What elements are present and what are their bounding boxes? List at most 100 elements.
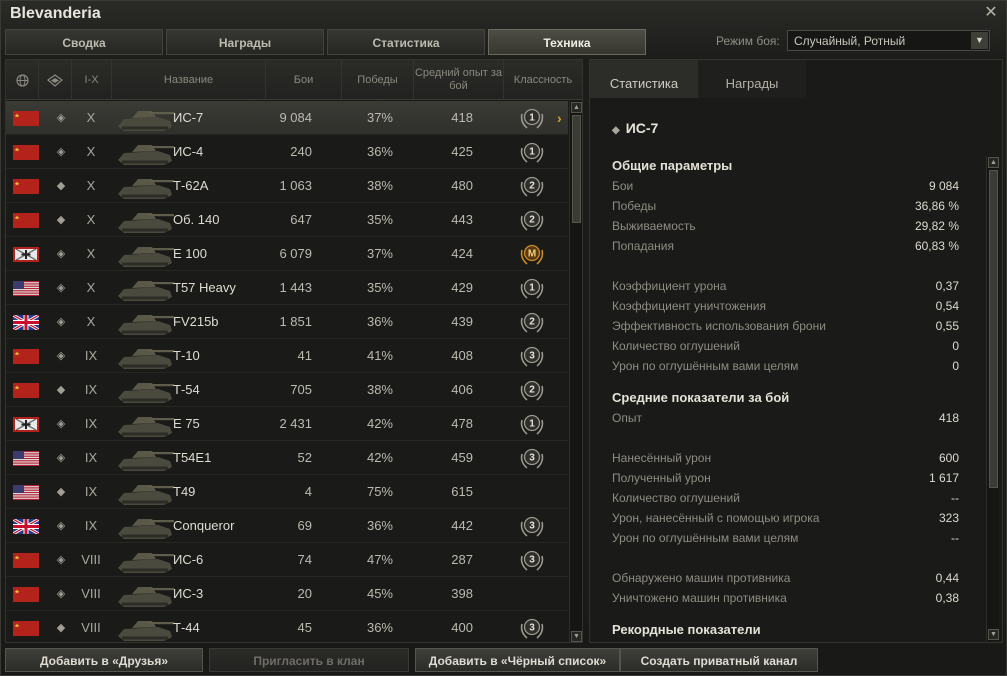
vehicle-name-cell: FV215b <box>173 314 219 329</box>
type-filter-header[interactable] <box>39 60 72 100</box>
stats-section-header: Общие параметры <box>612 158 733 173</box>
table-row[interactable]: ◈ VIII ИС-6 74 47% 287 3 <box>6 543 568 577</box>
table-row[interactable]: ◈ IX T54E1 52 42% 459 3 <box>6 441 568 475</box>
scroll-thumb[interactable] <box>989 170 998 488</box>
table-row[interactable]: ◈ X FV215b 1 851 36% 439 2 <box>6 305 568 339</box>
vehicle-name-cell: T54E1 <box>173 450 212 465</box>
heavy-tank-icon: ◈ <box>56 418 66 430</box>
tier-header[interactable]: I-X <box>72 60 112 100</box>
tier-cell: X <box>86 144 96 159</box>
stat-value: 0 <box>952 359 959 373</box>
scroll-up-icon[interactable]: ▲ <box>988 157 999 168</box>
stat-row: Коэффициент урона 0,37 <box>612 276 959 296</box>
stat-row: Эффективность использования брони 0,55 <box>612 316 959 336</box>
avg-xp-cell: 400 <box>451 620 473 635</box>
svg-text:3: 3 <box>529 555 535 566</box>
scroll-down-icon[interactable]: ▼ <box>988 629 999 640</box>
chevron-down-icon[interactable]: ▼ <box>971 32 988 49</box>
mastery-header[interactable]: Классность <box>504 60 582 100</box>
wins-cell: 41% <box>366 348 393 363</box>
battles-cell: 1 063 <box>279 178 312 193</box>
table-row[interactable]: ◆ VIII Т-44 45 36% 400 3 <box>6 611 568 642</box>
tab-statistics[interactable]: Статистика <box>327 29 485 55</box>
stat-label: Урон по оглушённым вами целям <box>612 359 799 373</box>
avg-xp-cell: 429 <box>451 280 473 295</box>
stat-row: Урон, нанесённый с помощью игрока 323 <box>612 508 959 528</box>
table-row[interactable]: ◈ IX Conqueror 69 36% 442 3 <box>6 509 568 543</box>
table-row[interactable]: ◈ X E 100 6 079 37% 424 M <box>6 237 568 271</box>
stats-section-header: Средние показатели за бой <box>612 390 790 405</box>
avg-xp-cell: 439 <box>451 314 473 329</box>
chevron-right-icon: › <box>557 110 562 126</box>
battle-mode-value: Случайный, Ротный <box>794 34 906 48</box>
avg-xp-cell: 480 <box>451 178 473 193</box>
table-row[interactable]: ◆ IX T49 4 75% 615 <box>6 475 568 509</box>
tier-cell: VIII <box>81 620 101 635</box>
scroll-thumb[interactable] <box>572 115 581 223</box>
vehicle-name-cell: ИС-7 <box>173 110 204 125</box>
vehicle-name-cell: E 75 <box>173 416 200 431</box>
scroll-up-icon[interactable]: ▲ <box>571 102 582 113</box>
table-row[interactable]: ◆ IX Т-54 705 38% 406 2 <box>6 373 568 407</box>
battles-cell: 6 079 <box>279 246 312 261</box>
add-blacklist-button[interactable]: Добавить в «Чёрный список» <box>415 648 620 672</box>
stat-row: Выживаемость 29,82 % <box>612 216 959 236</box>
tab-detail-statistics[interactable]: Статистика <box>590 60 698 98</box>
tab-detail-awards[interactable]: Награды <box>698 60 806 98</box>
stat-value: 1 617 <box>928 471 959 485</box>
profile-window: Blevanderia ✕ Сводка Награды Статистика Тех… <box>0 0 1007 676</box>
stat-value: 0,54 <box>935 299 959 313</box>
battles-cell: 647 <box>290 212 312 227</box>
wins-cell: 47% <box>366 552 393 567</box>
table-row[interactable]: ◆ X Об. 140 647 35% 443 2 <box>6 203 568 237</box>
table-scrollbar[interactable]: ▲ ▼ <box>569 101 582 642</box>
close-icon[interactable]: ✕ <box>982 4 1000 22</box>
svg-text:1: 1 <box>529 419 535 430</box>
table-row[interactable]: ◈ X ИС-7 9 084 37% 418 1 › <box>6 101 568 135</box>
stat-label: Обнаружено машин противника <box>612 571 791 585</box>
table-row[interactable]: ◆ X Т-62А 1 063 38% 480 2 <box>6 169 568 203</box>
add-friend-button[interactable]: Добавить в «Друзья» <box>5 648 203 672</box>
stat-value: 0,37 <box>935 279 959 293</box>
detail-scrollbar[interactable]: ▲ ▼ <box>986 156 999 641</box>
battle-mode-dropdown[interactable]: Случайный, Ротный ▼ <box>787 30 990 51</box>
vehicle-name-cell: ИС-3 <box>173 586 204 601</box>
tier-cell: VIII <box>81 586 101 601</box>
stat-label: Коэффициент урона <box>612 279 727 293</box>
invite-clan-button[interactable]: Пригласить в клан <box>209 648 409 672</box>
nation-filter-header[interactable] <box>6 60 39 100</box>
stat-value: 29,82 % <box>914 219 959 233</box>
table-row[interactable]: ◈ IX Т-10 41 41% 408 3 <box>6 339 568 373</box>
medium-tank-icon: ◆ <box>56 486 66 498</box>
tier-cell: VIII <box>81 552 101 567</box>
wins-header[interactable]: Победы <box>342 60 414 100</box>
battles-header[interactable]: Бои <box>266 60 342 100</box>
battles-cell: 69 <box>297 518 312 533</box>
name-header[interactable]: Название <box>112 60 266 100</box>
wins-cell: 42% <box>366 450 393 465</box>
table-row[interactable]: ◈ X ИС-4 240 36% 425 1 <box>6 135 568 169</box>
heavy-tank-icon: ◈ <box>56 282 66 294</box>
stat-row: Обнаружено машин противника 0,44 <box>612 568 959 588</box>
battles-cell: 20 <box>297 586 312 601</box>
stat-row: Уничтожено машин противника 0,38 <box>612 588 959 608</box>
avg-xp-header[interactable]: Средний опыт за бой <box>414 60 504 100</box>
svg-text:3: 3 <box>529 351 535 362</box>
tab-vehicles[interactable]: Техника <box>488 29 646 55</box>
wins-cell: 38% <box>366 178 393 193</box>
battles-cell: 9 084 <box>279 110 312 125</box>
table-row[interactable]: ◈ IX E 75 2 431 42% 478 1 <box>6 407 568 441</box>
stat-row: Опыт 418 <box>612 408 959 428</box>
tab-awards[interactable]: Награды <box>166 29 324 55</box>
wins-cell: 35% <box>366 280 393 295</box>
battles-cell: 52 <box>297 450 312 465</box>
table-row[interactable]: ◈ X T57 Heavy 1 443 35% 429 1 <box>6 271 568 305</box>
scroll-down-icon[interactable]: ▼ <box>571 631 582 642</box>
avg-xp-cell: 459 <box>451 450 473 465</box>
stat-row: Коэффициент уничтожения 0,54 <box>612 296 959 316</box>
battles-cell: 1 851 <box>279 314 312 329</box>
stat-value: -- <box>951 491 959 505</box>
table-row[interactable]: ◈ VIII ИС-3 20 45% 398 <box>6 577 568 611</box>
private-channel-button[interactable]: Создать приватный канал <box>620 648 818 672</box>
tab-summary[interactable]: Сводка <box>5 29 163 55</box>
